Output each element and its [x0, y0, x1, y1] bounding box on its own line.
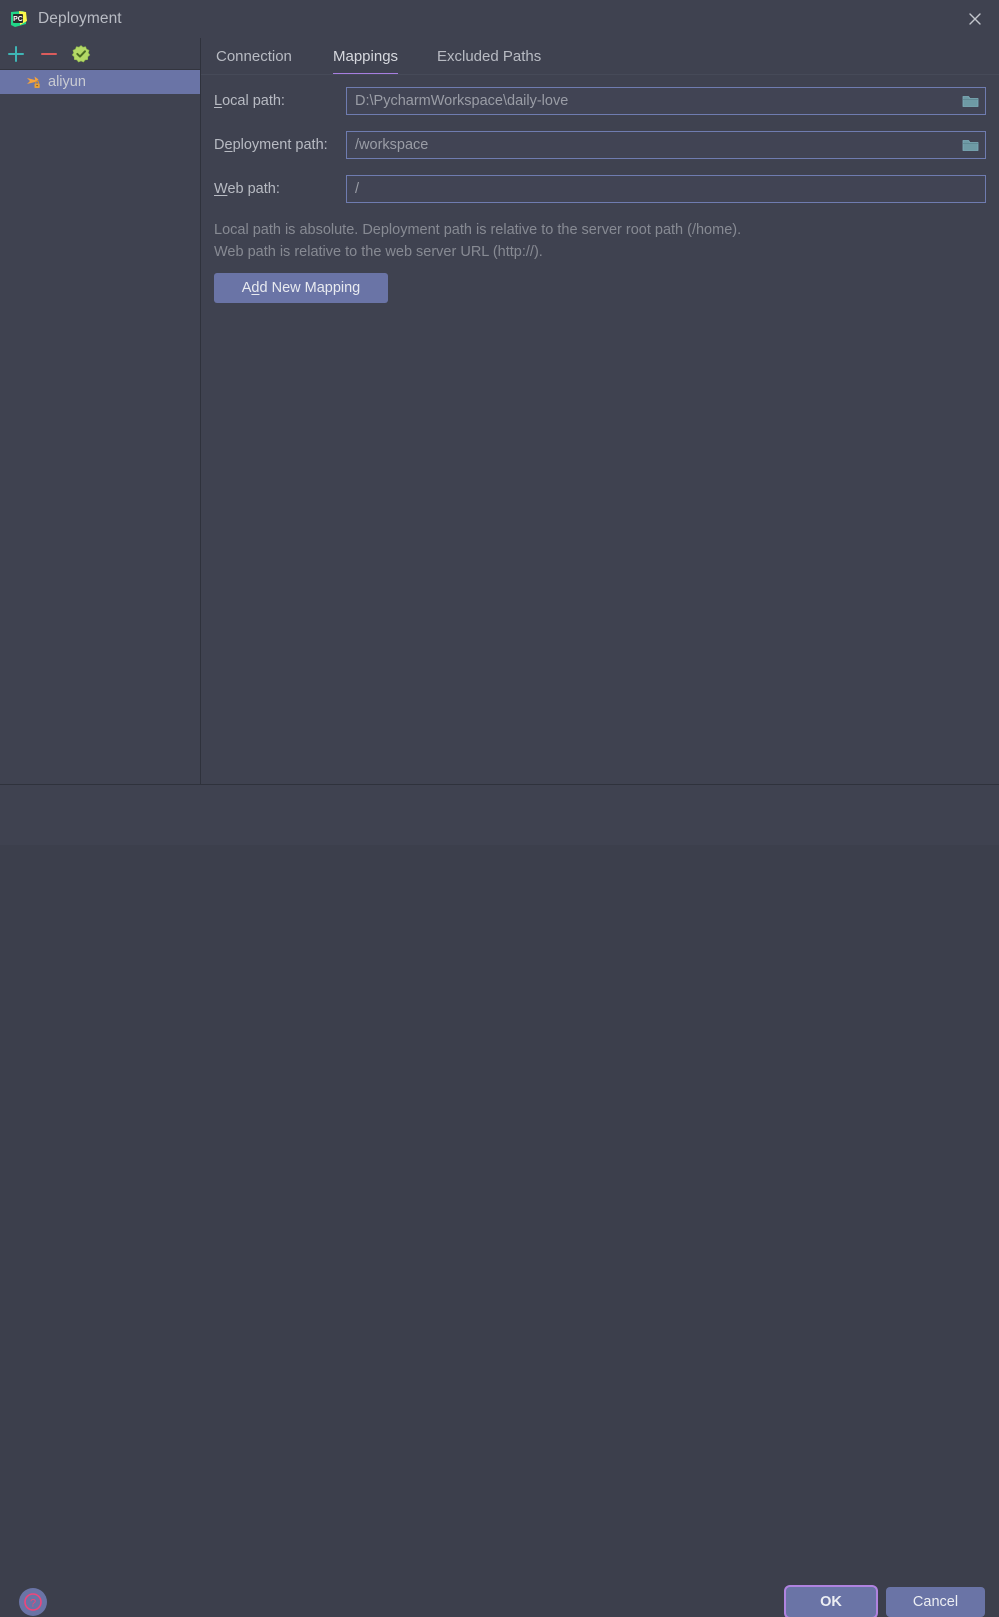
close-icon[interactable] [951, 0, 999, 34]
dialog-footer: ? OK Cancel [0, 785, 999, 1617]
sidebar-item-label: aliyun [48, 74, 86, 90]
deployment-path-label-text: ployment path: [232, 137, 328, 153]
title-bar: PC Deployment [0, 0, 999, 38]
local-path-input[interactable]: D:\PycharmWorkspace\daily-love [346, 87, 986, 115]
local-path-mnemonic: L [214, 93, 223, 109]
servers-toolbar [0, 38, 200, 69]
local-path-value: D:\PycharmWorkspace\daily-love [355, 93, 569, 109]
local-path-row: Local path: D:\PycharmWorkspace\daily-lo… [201, 87, 999, 115]
help-question-icon[interactable]: ? [19, 1588, 47, 1616]
sftp-server-icon [26, 74, 43, 90]
add-server-button[interactable] [5, 43, 27, 65]
tab-excluded-paths[interactable]: Excluded Paths [437, 38, 541, 75]
deployment-path-browse-folder-icon[interactable] [955, 132, 985, 158]
deployment-path-mnemonic: e [224, 137, 233, 153]
tab-connection-label: Connection [216, 48, 292, 65]
web-path-label-text: eb path: [227, 181, 280, 197]
tab-excluded-paths-label: Excluded Paths [437, 48, 542, 65]
svg-text:?: ? [30, 1597, 36, 1609]
validate-connection-button[interactable] [70, 43, 92, 65]
tab-bar-divider [201, 74, 999, 75]
window-title: Deployment [38, 10, 122, 27]
mapping-hint-line-1: Local path is absolute. Deployment path … [214, 222, 742, 238]
sidebar-item-aliyun[interactable]: aliyun [0, 70, 200, 94]
pycharm-logo-icon: PC [9, 9, 29, 29]
web-path-mnemonic: W [214, 181, 228, 197]
tab-bar: Connection Mappings Excluded Paths [201, 38, 999, 75]
tab-connection[interactable]: Connection [216, 38, 292, 75]
local-path-browse-folder-icon[interactable] [955, 88, 985, 114]
ok-button[interactable]: OK [786, 1587, 876, 1617]
add-mapping-prefix: A [241, 280, 252, 296]
deployment-dialog: PC Deployment aliyun Connection Mappings… [0, 0, 999, 1617]
servers-panel: aliyun [0, 38, 200, 784]
mapping-hint-line-2: Web path is relative to the web server U… [214, 244, 543, 260]
web-path-label: Web path: [214, 175, 280, 203]
web-path-value: / [355, 181, 360, 197]
settings-panel: Connection Mappings Excluded Paths Local… [201, 38, 999, 784]
web-path-input[interactable]: / [346, 175, 986, 203]
deployment-path-value: /workspace [355, 137, 429, 153]
tab-mappings-label: Mappings [333, 48, 399, 65]
add-mapping-suffix: d New Mapping [259, 280, 361, 296]
local-path-label-text: ocal path: [222, 93, 285, 109]
servers-tree: aliyun [0, 70, 200, 94]
svg-text:PC: PC [13, 16, 23, 23]
remove-server-button[interactable] [38, 43, 60, 65]
local-path-label: Local path: [214, 87, 285, 115]
web-path-row: Web path: / [201, 175, 999, 203]
add-mapping-mnemonic: d [251, 280, 260, 296]
deployment-path-label-prefix: D [214, 137, 225, 153]
deployment-path-input[interactable]: /workspace [346, 131, 986, 159]
add-new-mapping-button[interactable]: Add New Mapping [214, 273, 388, 303]
cancel-button[interactable]: Cancel [886, 1587, 985, 1617]
deployment-path-label: Deployment path: [214, 131, 328, 159]
tab-mappings[interactable]: Mappings [333, 38, 399, 75]
deployment-path-row: Deployment path: /workspace [201, 131, 999, 159]
